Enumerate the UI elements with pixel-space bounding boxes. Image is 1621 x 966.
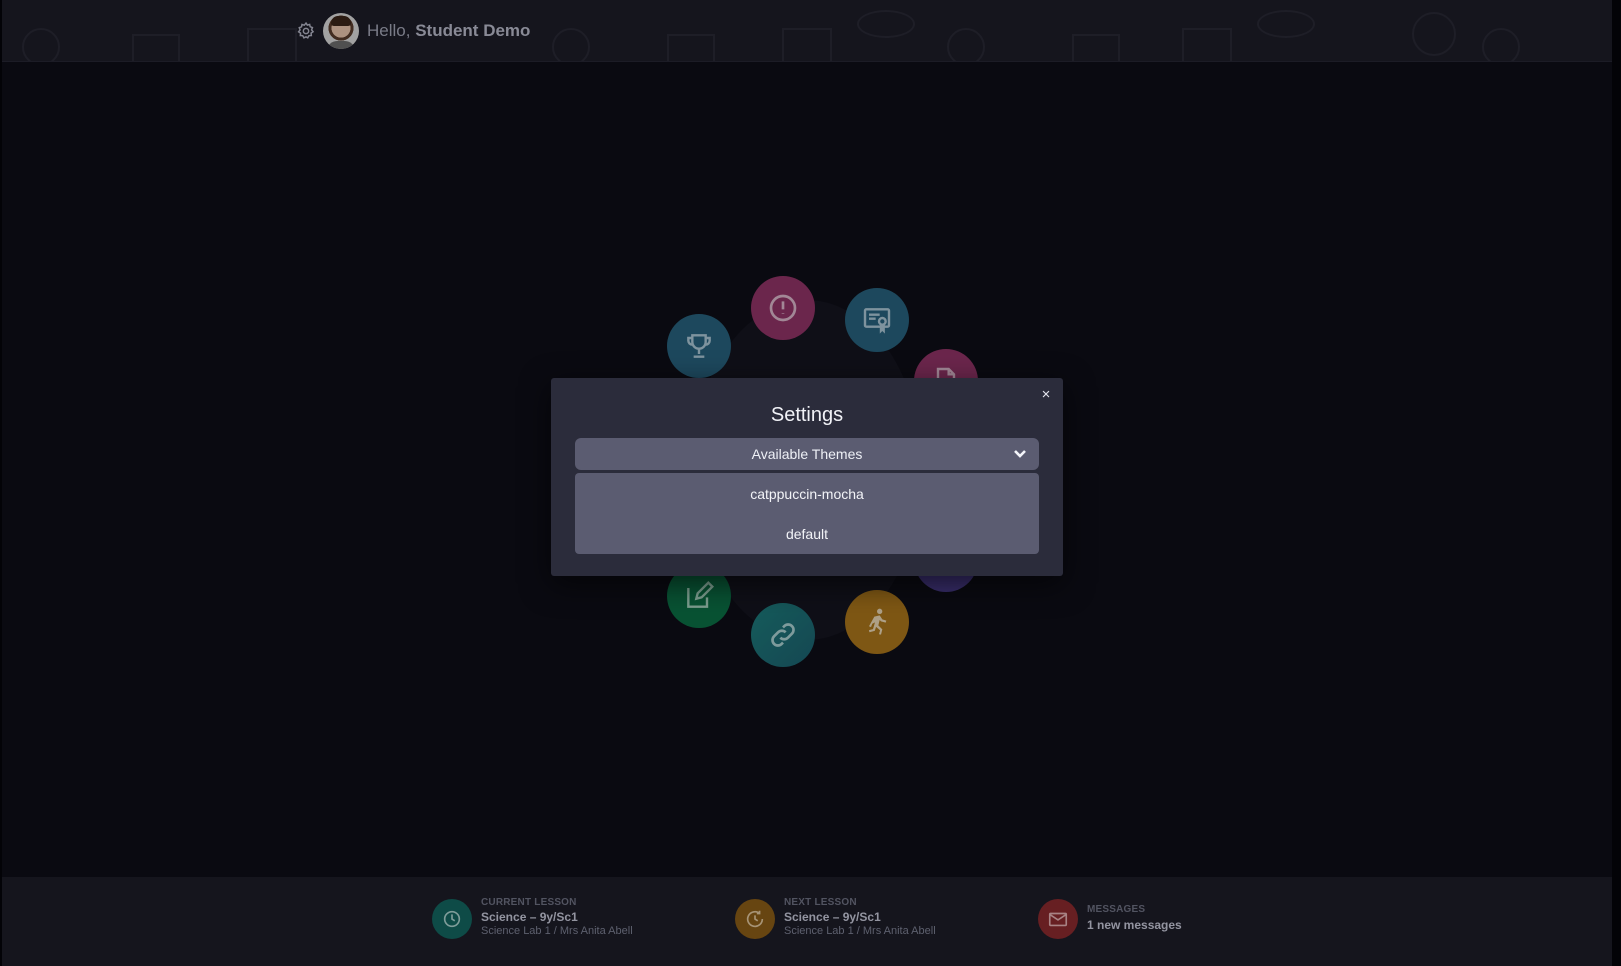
theme-option-catppuccin-mocha[interactable]: catppuccin-mocha [575, 474, 1039, 514]
settings-modal: × Settings Available Themes catppuccin-m… [551, 378, 1063, 576]
theme-option-default[interactable]: default [575, 514, 1039, 554]
chevron-down-icon [1014, 450, 1026, 458]
themes-select-label: Available Themes [751, 446, 863, 462]
themes-options-list: catppuccin-mocha default [575, 473, 1039, 554]
close-icon[interactable]: × [1037, 386, 1055, 404]
modal-title: Settings [770, 404, 844, 426]
themes-select[interactable]: Available Themes [575, 438, 1039, 470]
